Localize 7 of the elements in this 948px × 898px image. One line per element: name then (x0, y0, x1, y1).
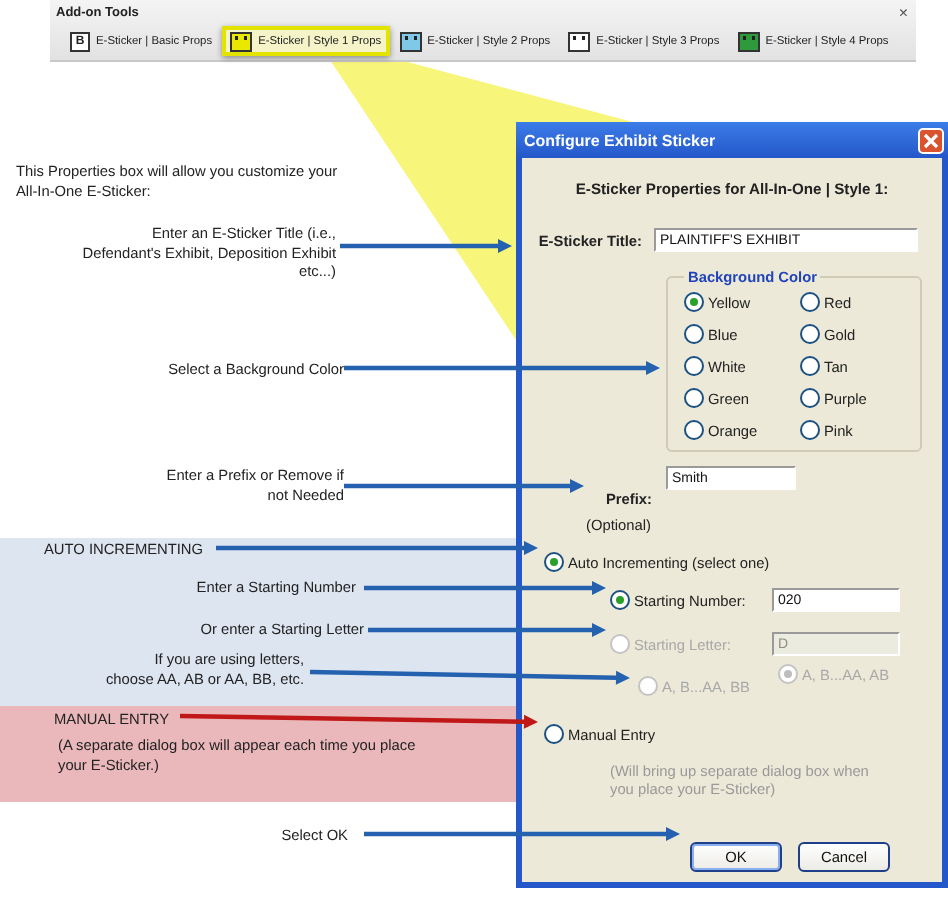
close-button[interactable]: × (898, 4, 908, 22)
sticker-icon (230, 31, 253, 51)
dialog-title: Configure Exhibit Sticker (524, 131, 716, 149)
sticker-icon (737, 31, 760, 51)
close-icon[interactable] (918, 127, 944, 153)
sticker-icon (568, 31, 591, 51)
sticker-icon (399, 31, 422, 51)
